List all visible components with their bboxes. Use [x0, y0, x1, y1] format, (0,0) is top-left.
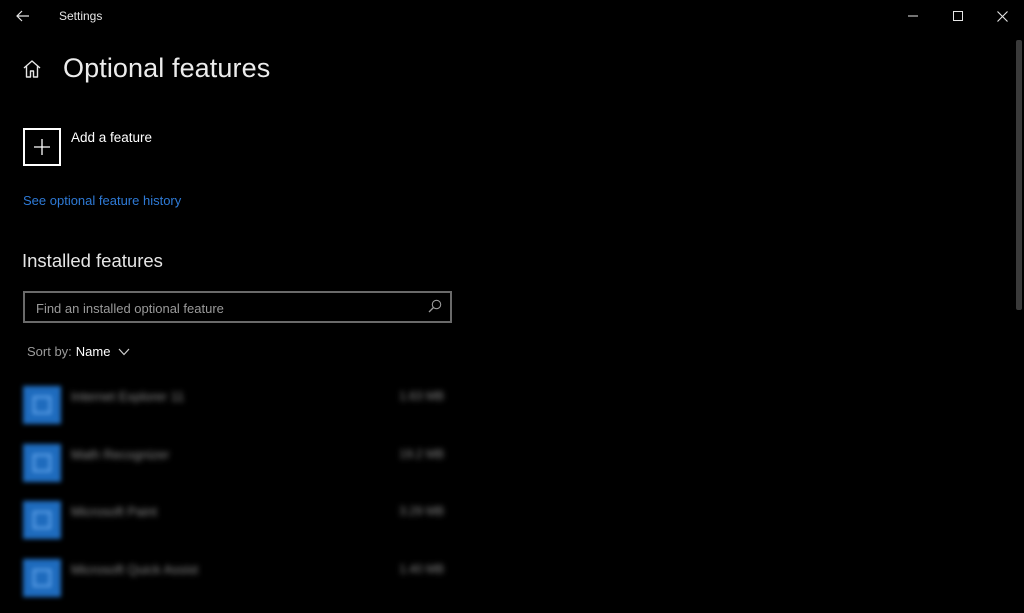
sort-dropdown[interactable]: Sort by: Name [27, 344, 130, 359]
sort-value: Name [75, 344, 111, 359]
maximize-button[interactable] [935, 0, 981, 32]
search-box [23, 291, 452, 323]
home-icon [23, 60, 41, 78]
feature-name: Internet Explorer 11 [71, 389, 185, 404]
arrow-left-icon [16, 10, 29, 22]
title-bar: Settings [0, 0, 1024, 32]
feature-size: 1.63 MB [399, 389, 444, 403]
feature-name: Math Recognizer [71, 446, 170, 462]
add-feature-label: Add a feature [71, 130, 153, 145]
search-icon [428, 299, 442, 313]
feature-history-link[interactable]: See optional feature history [23, 193, 181, 208]
feature-icon [23, 558, 61, 597]
close-button[interactable] [979, 0, 1024, 32]
scrollbar[interactable] [1016, 40, 1022, 310]
installed-features-list: Internet Explorer 11 1.63 MB Math Recogn… [23, 377, 448, 607]
feature-icon [23, 386, 61, 424]
settings-window: Settings Optional features Add a feature… [0, 0, 1024, 613]
sort-label: Sort by: [27, 344, 72, 359]
feature-icon [23, 443, 61, 482]
feature-size: 19.2 MB [399, 446, 444, 461]
home-button[interactable] [20, 57, 44, 81]
feature-item[interactable]: Internet Explorer 11 1.63 MB [23, 377, 448, 435]
installed-features-heading: Installed features [22, 250, 163, 271]
feature-size: 1.40 MB [399, 561, 444, 576]
feature-item[interactable]: Math Recognizer 19.2 MB [23, 435, 448, 493]
feature-name: Microsoft Quick Assist [71, 561, 199, 577]
feature-name: Microsoft Paint [71, 504, 157, 519]
feature-item[interactable]: Microsoft Paint 3.29 MB [23, 492, 448, 550]
feature-item[interactable]: Microsoft Quick Assist 1.40 MB [23, 550, 448, 608]
minimize-button[interactable] [890, 0, 936, 32]
feature-size: 3.29 MB [399, 504, 444, 518]
maximize-icon [953, 11, 963, 21]
feature-icon [23, 501, 61, 539]
plus-icon [34, 139, 50, 155]
add-feature-box [23, 128, 61, 166]
minimize-icon [908, 15, 918, 17]
back-button[interactable] [6, 0, 40, 32]
app-title: Settings [59, 9, 103, 23]
chevron-down-icon [119, 348, 130, 355]
search-input[interactable] [34, 293, 428, 323]
search-button[interactable] [428, 299, 444, 315]
page-title: Optional features [63, 53, 271, 83]
add-feature-button[interactable]: Add a feature [23, 128, 152, 168]
close-icon [996, 10, 1008, 22]
